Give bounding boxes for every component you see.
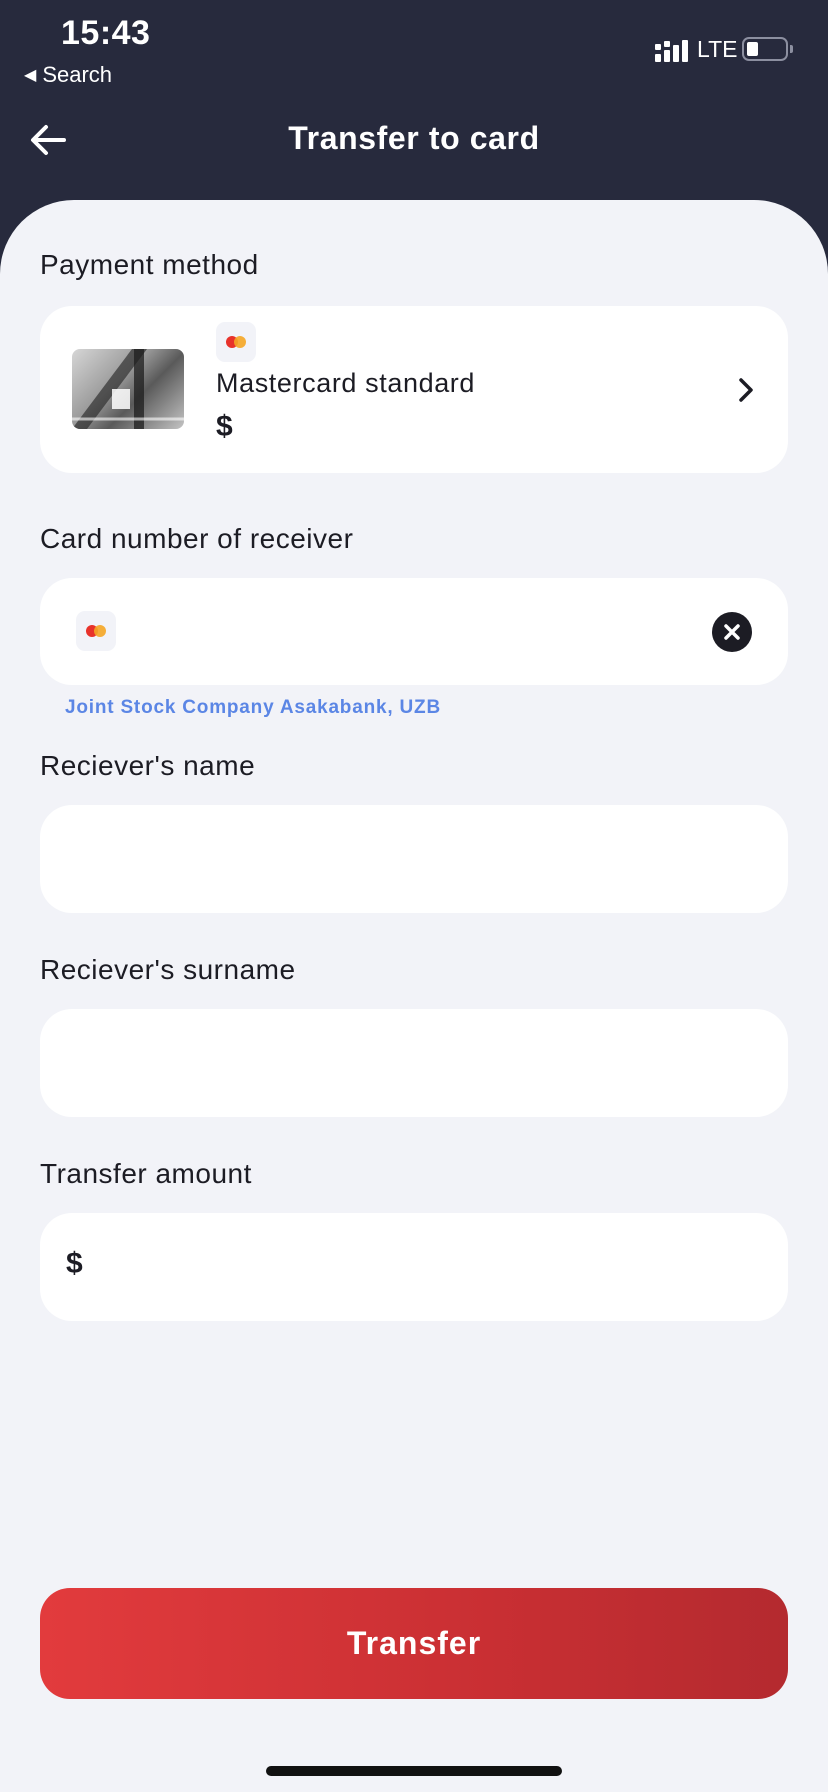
transfer-amount-field[interactable]: $ [40, 1213, 788, 1321]
receiver-card-field[interactable] [40, 578, 788, 685]
battery-icon [742, 37, 788, 61]
battery-cap [790, 45, 793, 53]
receiver-surname-field[interactable] [40, 1009, 788, 1117]
signal-icon [655, 40, 688, 62]
receiver-surname-label: Reciever's surname [40, 954, 296, 985]
network-type: LTE [697, 36, 738, 62]
status-time: 15:43 [61, 14, 151, 52]
amount-currency: $ [66, 1247, 83, 1280]
back-app-label: Search [42, 62, 113, 87]
status-bar: 15:43 ◀ Search LTE [0, 0, 828, 100]
chevron-right-icon [739, 378, 753, 402]
receiver-card-label: Card number of receiver [40, 523, 354, 554]
clear-button[interactable] [712, 612, 752, 652]
transfer-button[interactable]: Transfer [40, 1588, 788, 1699]
payment-method-label: Payment method [40, 249, 259, 280]
payment-card-name: Mastercard standard [216, 368, 476, 398]
nav-header: Transfer to card [0, 100, 828, 200]
payment-method-selector[interactable]: Mastercard standard $ [40, 306, 788, 473]
close-icon [724, 624, 740, 640]
back-to-app-link[interactable]: ◀ Search [24, 62, 112, 88]
card-image [72, 349, 184, 429]
receiver-name-label: Reciever's name [40, 750, 256, 781]
payment-card-currency: $ [216, 410, 233, 443]
transfer-amount-label: Transfer amount [40, 1158, 252, 1189]
mastercard-icon [76, 611, 116, 651]
bank-name: Joint Stock Company Asakabank, UZB [65, 697, 441, 718]
card-logo-icon [72, 349, 184, 429]
home-indicator [266, 1766, 562, 1776]
page-title: Transfer to card [288, 120, 540, 156]
mastercard-icon [216, 322, 256, 362]
receiver-name-field[interactable] [40, 805, 788, 913]
back-triangle-icon: ◀ [24, 67, 37, 84]
